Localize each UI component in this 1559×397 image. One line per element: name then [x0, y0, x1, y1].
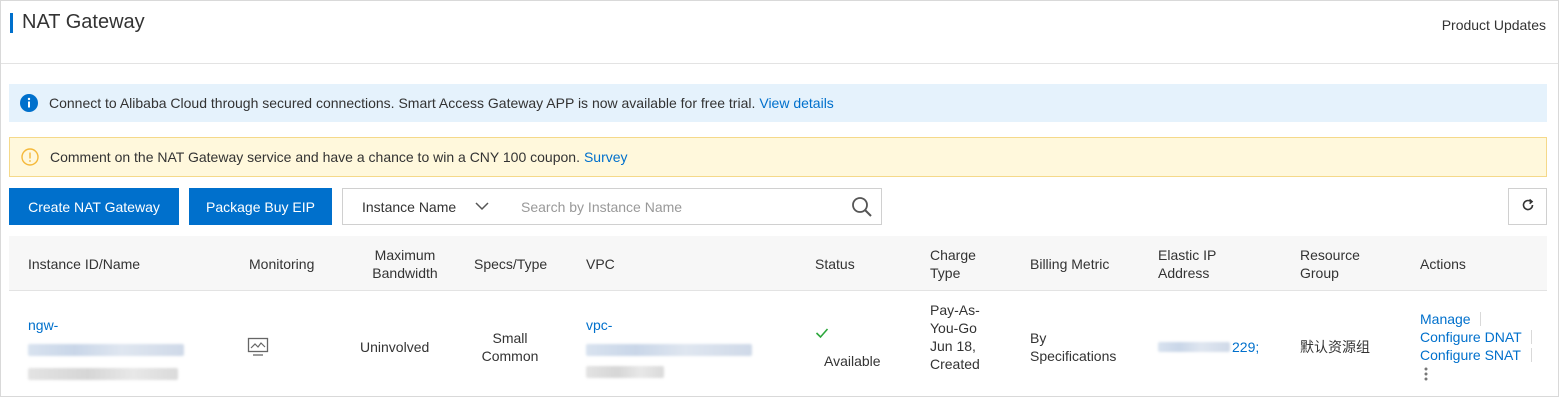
action-separator: [1531, 330, 1532, 344]
refresh-button[interactable]: [1508, 188, 1547, 225]
col-instance: Instance ID/Name: [28, 255, 141, 272]
configure-dnat-link[interactable]: Configure DNAT: [1420, 328, 1522, 346]
search-input[interactable]: Search by Instance Name: [502, 188, 882, 225]
instance-id-link[interactable]: ngw-: [28, 317, 58, 333]
info-icon: [19, 93, 39, 113]
warning-banner-text: Comment on the NAT Gateway service and h…: [50, 149, 580, 165]
title-accent-bar: [10, 13, 13, 33]
instance-table: Instance ID/Name Monitoring Maximum Band…: [9, 236, 1547, 396]
filter-type-value: Instance Name: [362, 198, 457, 215]
toolbar: Create NAT Gateway Package Buy EIP Insta…: [9, 188, 1547, 225]
charge-type-cell: Pay-As-You-Go Jun 18, Created: [930, 302, 980, 372]
specs-cell: Small Common: [481, 330, 539, 364]
action-separator: [1531, 348, 1532, 362]
instance-name-redacted: [28, 368, 178, 380]
info-banner: Connect to Alibaba Cloud through secured…: [9, 84, 1547, 122]
vpc-id-link[interactable]: vpc-: [586, 317, 612, 333]
col-charge-type: Charge Type: [930, 246, 976, 281]
table-row: ngw- Uninvolved Small Common vpc- Availa…: [9, 291, 1547, 396]
warning-icon: [20, 147, 40, 167]
eip-redacted: [1158, 342, 1230, 352]
eip-cell: 229;: [1158, 338, 1259, 356]
instance-cell: ngw-: [28, 316, 184, 380]
page-title: NAT Gateway: [22, 11, 145, 33]
info-banner-text: Connect to Alibaba Cloud through secured…: [49, 95, 756, 111]
col-bandwidth: Maximum Bandwidth: [372, 246, 438, 281]
refresh-icon: [1521, 198, 1535, 215]
vpc-cell: vpc-: [586, 316, 752, 378]
billing-metric-cell: By Specifications: [1030, 330, 1117, 364]
view-details-link[interactable]: View details: [759, 95, 833, 111]
status-text: Available: [824, 353, 881, 369]
status-check-icon: [815, 325, 829, 343]
more-actions-icon[interactable]: [1423, 366, 1522, 386]
chevron-down-icon: [474, 198, 490, 217]
filter-type-select[interactable]: Instance Name: [342, 188, 503, 225]
manage-link[interactable]: Manage: [1420, 310, 1522, 328]
survey-link[interactable]: Survey: [584, 149, 628, 165]
col-resource-group: Resource Group: [1300, 246, 1360, 281]
col-status: Status: [815, 255, 855, 272]
eip-link[interactable]: 229;: [1232, 338, 1259, 356]
col-vpc: VPC: [586, 255, 615, 272]
warning-banner: Comment on the NAT Gateway service and h…: [9, 137, 1547, 177]
bandwidth-cell: Uninvolved: [360, 339, 430, 355]
col-specs: Specs/Type: [474, 255, 548, 272]
page-header: NAT Gateway Product Updates: [1, 1, 1558, 64]
action-separator: [1480, 312, 1481, 326]
search-icon[interactable]: [851, 196, 873, 221]
table-header: Instance ID/Name Monitoring Maximum Band…: [9, 236, 1547, 291]
configure-snat-link[interactable]: Configure SNAT: [1420, 346, 1522, 364]
vpc-name-redacted: [586, 366, 664, 378]
package-buy-eip-button[interactable]: Package Buy EIP: [189, 188, 332, 225]
col-elastic-ip: Elastic IP Address: [1158, 246, 1217, 281]
monitoring-icon[interactable]: [247, 337, 269, 361]
product-updates-link[interactable]: Product Updates: [1442, 17, 1546, 33]
col-billing-metric: Billing Metric: [1030, 255, 1110, 272]
col-actions: Actions: [1420, 255, 1466, 272]
search-placeholder: Search by Instance Name: [521, 198, 683, 215]
vpc-id-redacted: [586, 344, 752, 356]
actions-cell: Manage Configure DNAT Configure SNAT: [1420, 310, 1522, 386]
create-nat-gateway-button[interactable]: Create NAT Gateway: [9, 188, 179, 225]
col-monitoring: Monitoring: [249, 255, 315, 272]
instance-id-redacted: [28, 344, 184, 356]
resource-group-cell: 默认资源组: [1300, 339, 1370, 355]
